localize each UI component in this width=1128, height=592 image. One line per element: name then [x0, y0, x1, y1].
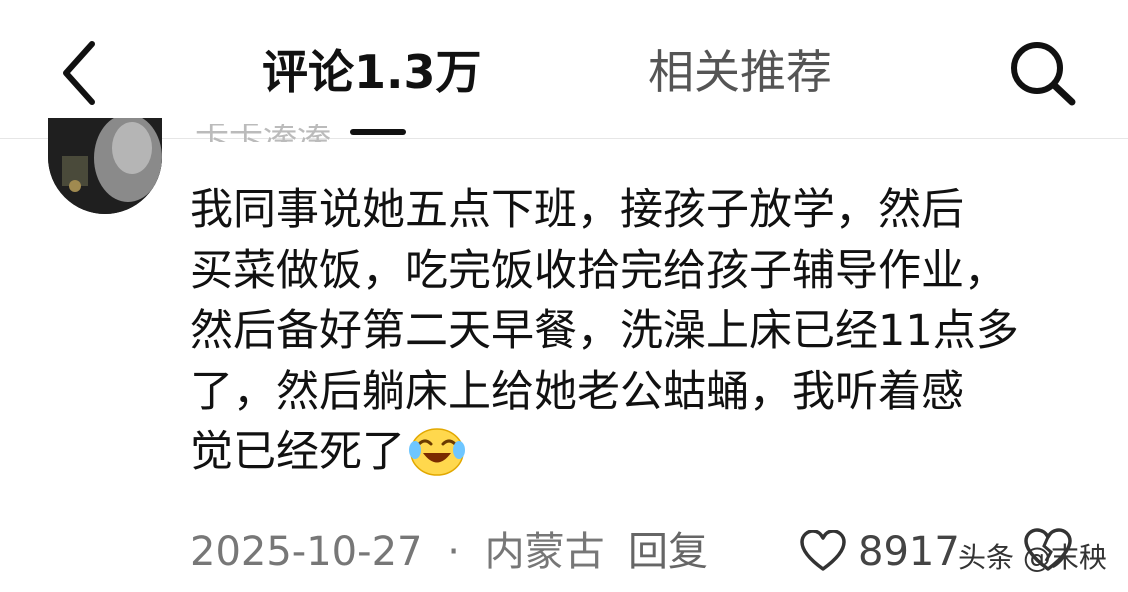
- top-bar: 评论1.3万 相关推荐: [0, 0, 1128, 140]
- comment-meta: 2025-10-27 · 内蒙古: [190, 524, 605, 580]
- active-tab-indicator: [350, 129, 406, 135]
- like-count: 8917: [858, 529, 960, 575]
- comment-text: 我同事说她五点下班，接孩子放学，然后 买菜做饭，吃完饭收拾完给孩子辅导作业， 然…: [190, 180, 1100, 493]
- avatar[interactable]: [48, 118, 162, 214]
- crying-laughing-emoji-icon: [409, 426, 465, 493]
- chevron-left-icon: [63, 41, 95, 105]
- comment-line: 然后备好第二天早餐，洗澡上床已经11点多: [190, 306, 1019, 356]
- search-icon: [1011, 42, 1076, 106]
- comment-line: 了，然后躺床上给她老公蛄蛹，我听着感: [190, 366, 964, 417]
- like-button[interactable]: [800, 529, 846, 572]
- comment-line: 觉已经死了: [190, 427, 405, 477]
- back-button[interactable]: [50, 38, 110, 108]
- tab-related[interactable]: 相关推荐: [648, 40, 832, 104]
- comment-date: 2025-10-27: [190, 529, 423, 575]
- comment-line-last: 觉已经死了: [190, 422, 1100, 493]
- reply-button[interactable]: 回复: [628, 524, 708, 580]
- comment-username[interactable]: 卡卡溱溱: [195, 124, 331, 142]
- header-divider: [0, 138, 1128, 139]
- avatar-image: [48, 118, 162, 214]
- watermark: 头条 @末秧: [958, 541, 1107, 574]
- heart-icon: [800, 529, 846, 571]
- comment-line: 买菜做饭，吃完饭收拾完给孩子辅导作业，: [190, 245, 1007, 296]
- comment-line: 我同事说她五点下班，接孩子放学，然后: [190, 185, 964, 235]
- comment-location: 内蒙古: [484, 529, 605, 575]
- meta-separator: ·: [447, 529, 460, 575]
- tab-comments[interactable]: 评论1.3万: [262, 40, 482, 104]
- search-button[interactable]: [1004, 38, 1080, 108]
